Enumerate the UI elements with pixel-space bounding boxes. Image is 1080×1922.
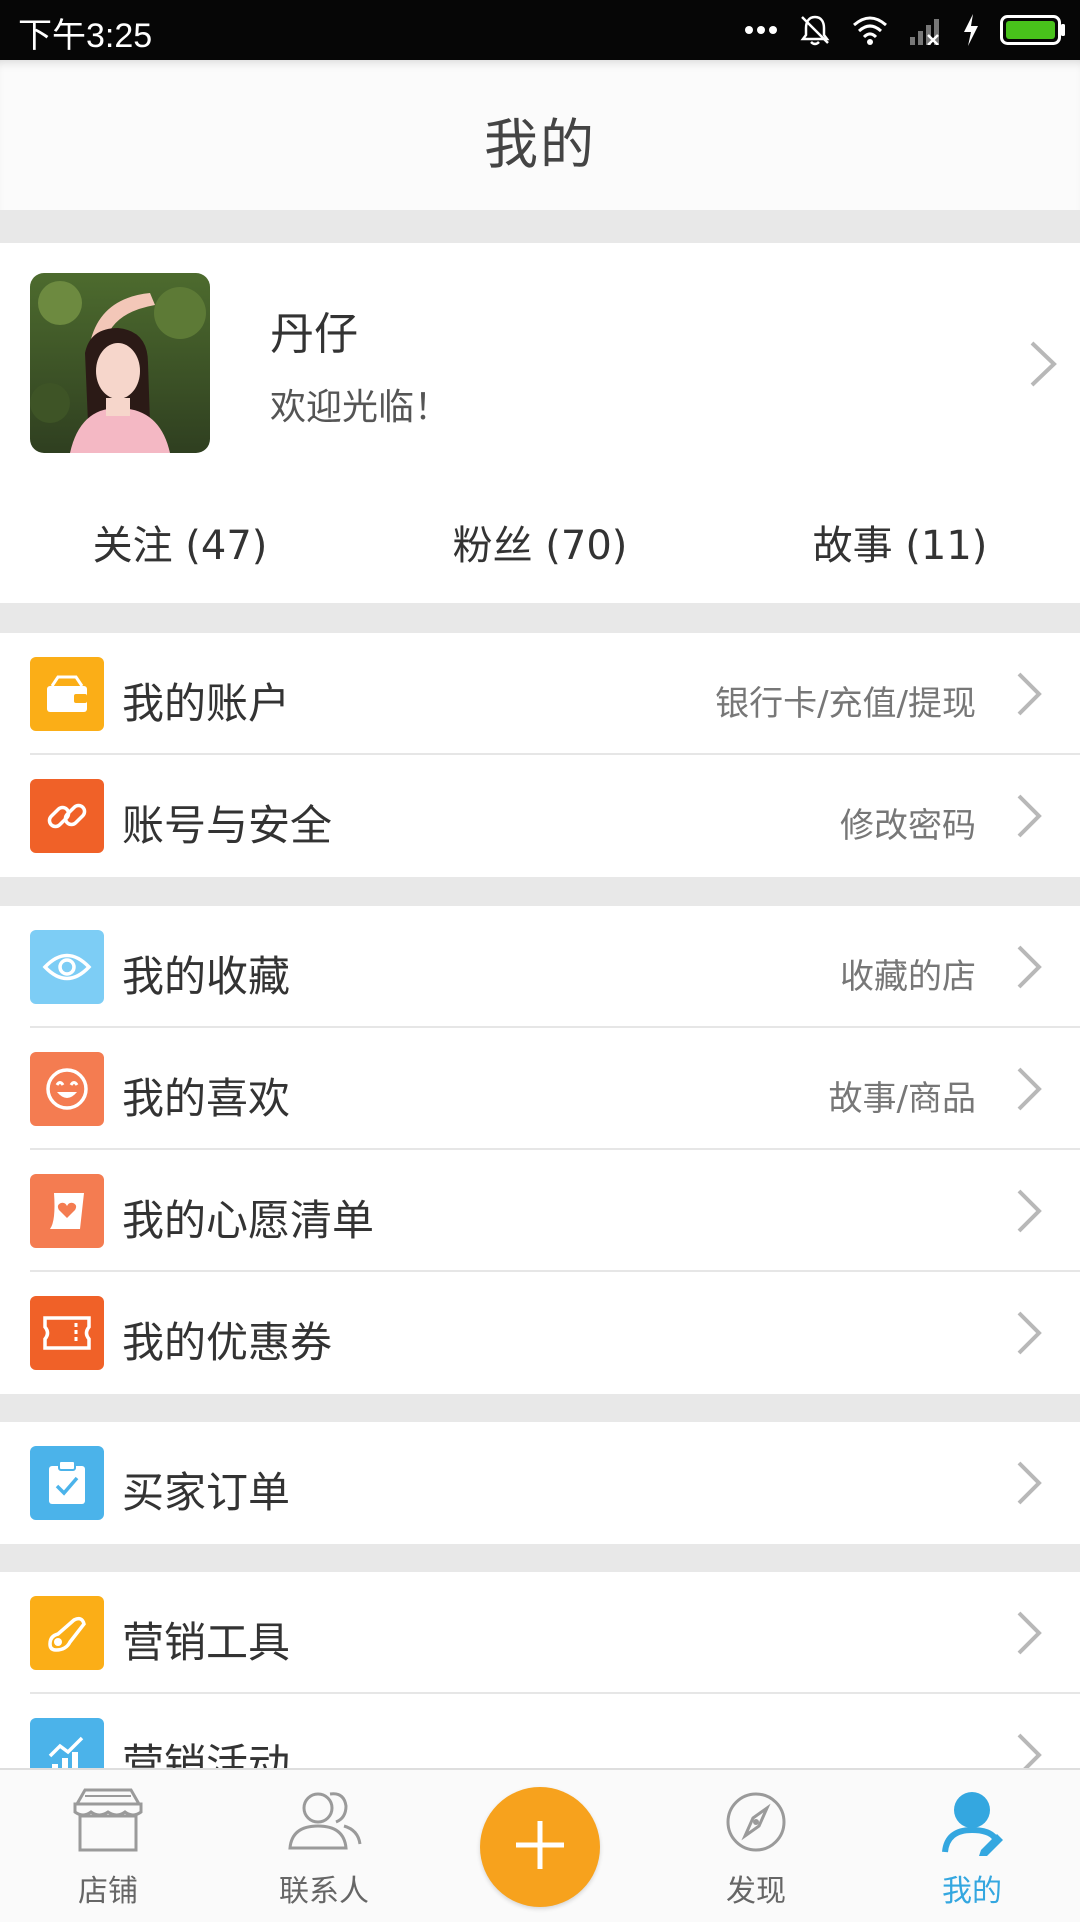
menu-item-account-security[interactable]: 账号与安全 修改密码 [0, 755, 1080, 877]
chevron-right-icon [1016, 1460, 1042, 1510]
chevron-right-icon [1016, 944, 1042, 994]
chevron-right-icon [1016, 1188, 1042, 1238]
wifi-icon [852, 15, 888, 45]
page-title: 我的 [484, 113, 596, 176]
menu-group-orders: 买家订单 [0, 1422, 1080, 1544]
clipboard-check-icon [30, 1446, 104, 1520]
profile-stats: 关注 (47) 粉丝 (70) 故事 (11) [0, 513, 1080, 573]
tab-label: 我的 [942, 1874, 1002, 1909]
menu-label: 我的优惠券 [122, 1318, 333, 1367]
menu-subtitle: 银行卡/充值/提现 [715, 684, 976, 724]
stat-followers[interactable]: 粉丝 (70) [360, 513, 720, 573]
menu-label: 我的账户 [122, 679, 291, 728]
menu-item-coupons[interactable]: 我的优惠券 [0, 1272, 1080, 1394]
profile-card[interactable]: 丹仔 欢迎光临！ 关注 (47) 粉丝 (70) 故事 (11) [0, 243, 1080, 603]
menu-label: 买家订单 [122, 1468, 291, 1517]
menu-label: 账号与安全 [122, 801, 333, 850]
menu-item-marketing-tools[interactable]: 营销工具 [0, 1572, 1080, 1694]
megaphone-icon [30, 1596, 104, 1670]
chevron-right-icon [1016, 1732, 1042, 1768]
menu-label: 营销活动 [122, 1740, 291, 1768]
menu-label: 营销工具 [122, 1618, 291, 1667]
mute-bell-icon [798, 13, 832, 47]
more-dots-icon [744, 25, 778, 35]
chart-up-icon [30, 1718, 104, 1768]
tab-store[interactable]: 店铺 [0, 1770, 216, 1922]
menu-item-my-collections[interactable]: 我的收藏 收藏的店 [0, 906, 1080, 1028]
menu-subtitle: 修改密码 [840, 806, 976, 846]
menu-subtitle: 故事/商品 [828, 1079, 976, 1119]
chevron-right-icon [1016, 671, 1042, 721]
add-button[interactable] [480, 1787, 600, 1907]
tab-discover[interactable]: 发现 [648, 1770, 864, 1922]
menu-item-my-account[interactable]: 我的账户 银行卡/充值/提现 [0, 633, 1080, 755]
tab-label: 店铺 [78, 1874, 138, 1909]
avatar[interactable] [30, 273, 210, 453]
tab-mine[interactable]: 我的 [864, 1770, 1080, 1922]
menu-item-marketing-activities[interactable]: 营销活动 [0, 1694, 1080, 1768]
chevron-right-icon [1028, 339, 1058, 393]
status-time: 下午3:25 [18, 17, 153, 55]
compass-icon [648, 1786, 864, 1856]
wishlist-icon [30, 1174, 104, 1248]
menu-label: 我的喜欢 [122, 1074, 291, 1123]
menu-item-my-likes[interactable]: 我的喜欢 故事/商品 [0, 1028, 1080, 1150]
profile-welcome-text: 欢迎光临！ [270, 387, 451, 428]
menu-label: 我的心愿清单 [122, 1196, 375, 1245]
menu-label: 我的收藏 [122, 952, 291, 1001]
eye-icon [30, 930, 104, 1004]
store-icon [0, 1786, 216, 1856]
contacts-icon [216, 1786, 432, 1856]
menu-item-buyer-orders[interactable]: 买家订单 [0, 1422, 1080, 1544]
menu-group-marketing: 营销工具 营销活动 [0, 1572, 1080, 1768]
signal-icon [908, 15, 942, 45]
tab-contacts[interactable]: 联系人 [216, 1770, 432, 1922]
status-bar: 下午3:25 [0, 0, 1080, 60]
chevron-right-icon [1016, 1610, 1042, 1660]
bottom-tab-bar: 店铺 联系人 发现 我的 [0, 1768, 1080, 1922]
stat-stories[interactable]: 故事 (11) [720, 513, 1080, 573]
menu-subtitle: 收藏的店 [840, 957, 976, 997]
menu-group-favorites: 我的收藏 收藏的店 我的喜欢 故事/商品 我的心愿清单 我的优惠券 [0, 906, 1080, 1394]
profile-icon [864, 1786, 1080, 1856]
status-icons [744, 12, 1066, 48]
battery-icon [1000, 15, 1066, 45]
menu-group-account: 我的账户 银行卡/充值/提现 账号与安全 修改密码 [0, 633, 1080, 877]
coupon-icon [30, 1296, 104, 1370]
chevron-right-icon [1016, 1066, 1042, 1116]
page-header: 我的 [0, 60, 1080, 210]
chevron-right-icon [1016, 1310, 1042, 1360]
profile-name: 丹仔 [270, 309, 358, 360]
tab-label: 联系人 [279, 1874, 369, 1909]
smiley-icon [30, 1052, 104, 1126]
charging-icon [962, 14, 980, 46]
wallet-icon [30, 657, 104, 731]
tab-label: 发现 [726, 1874, 786, 1909]
stat-following[interactable]: 关注 (47) [0, 513, 360, 573]
menu-item-wishlist[interactable]: 我的心愿清单 [0, 1150, 1080, 1272]
chevron-right-icon [1016, 793, 1042, 843]
link-icon [30, 779, 104, 853]
plus-icon [510, 1815, 570, 1879]
